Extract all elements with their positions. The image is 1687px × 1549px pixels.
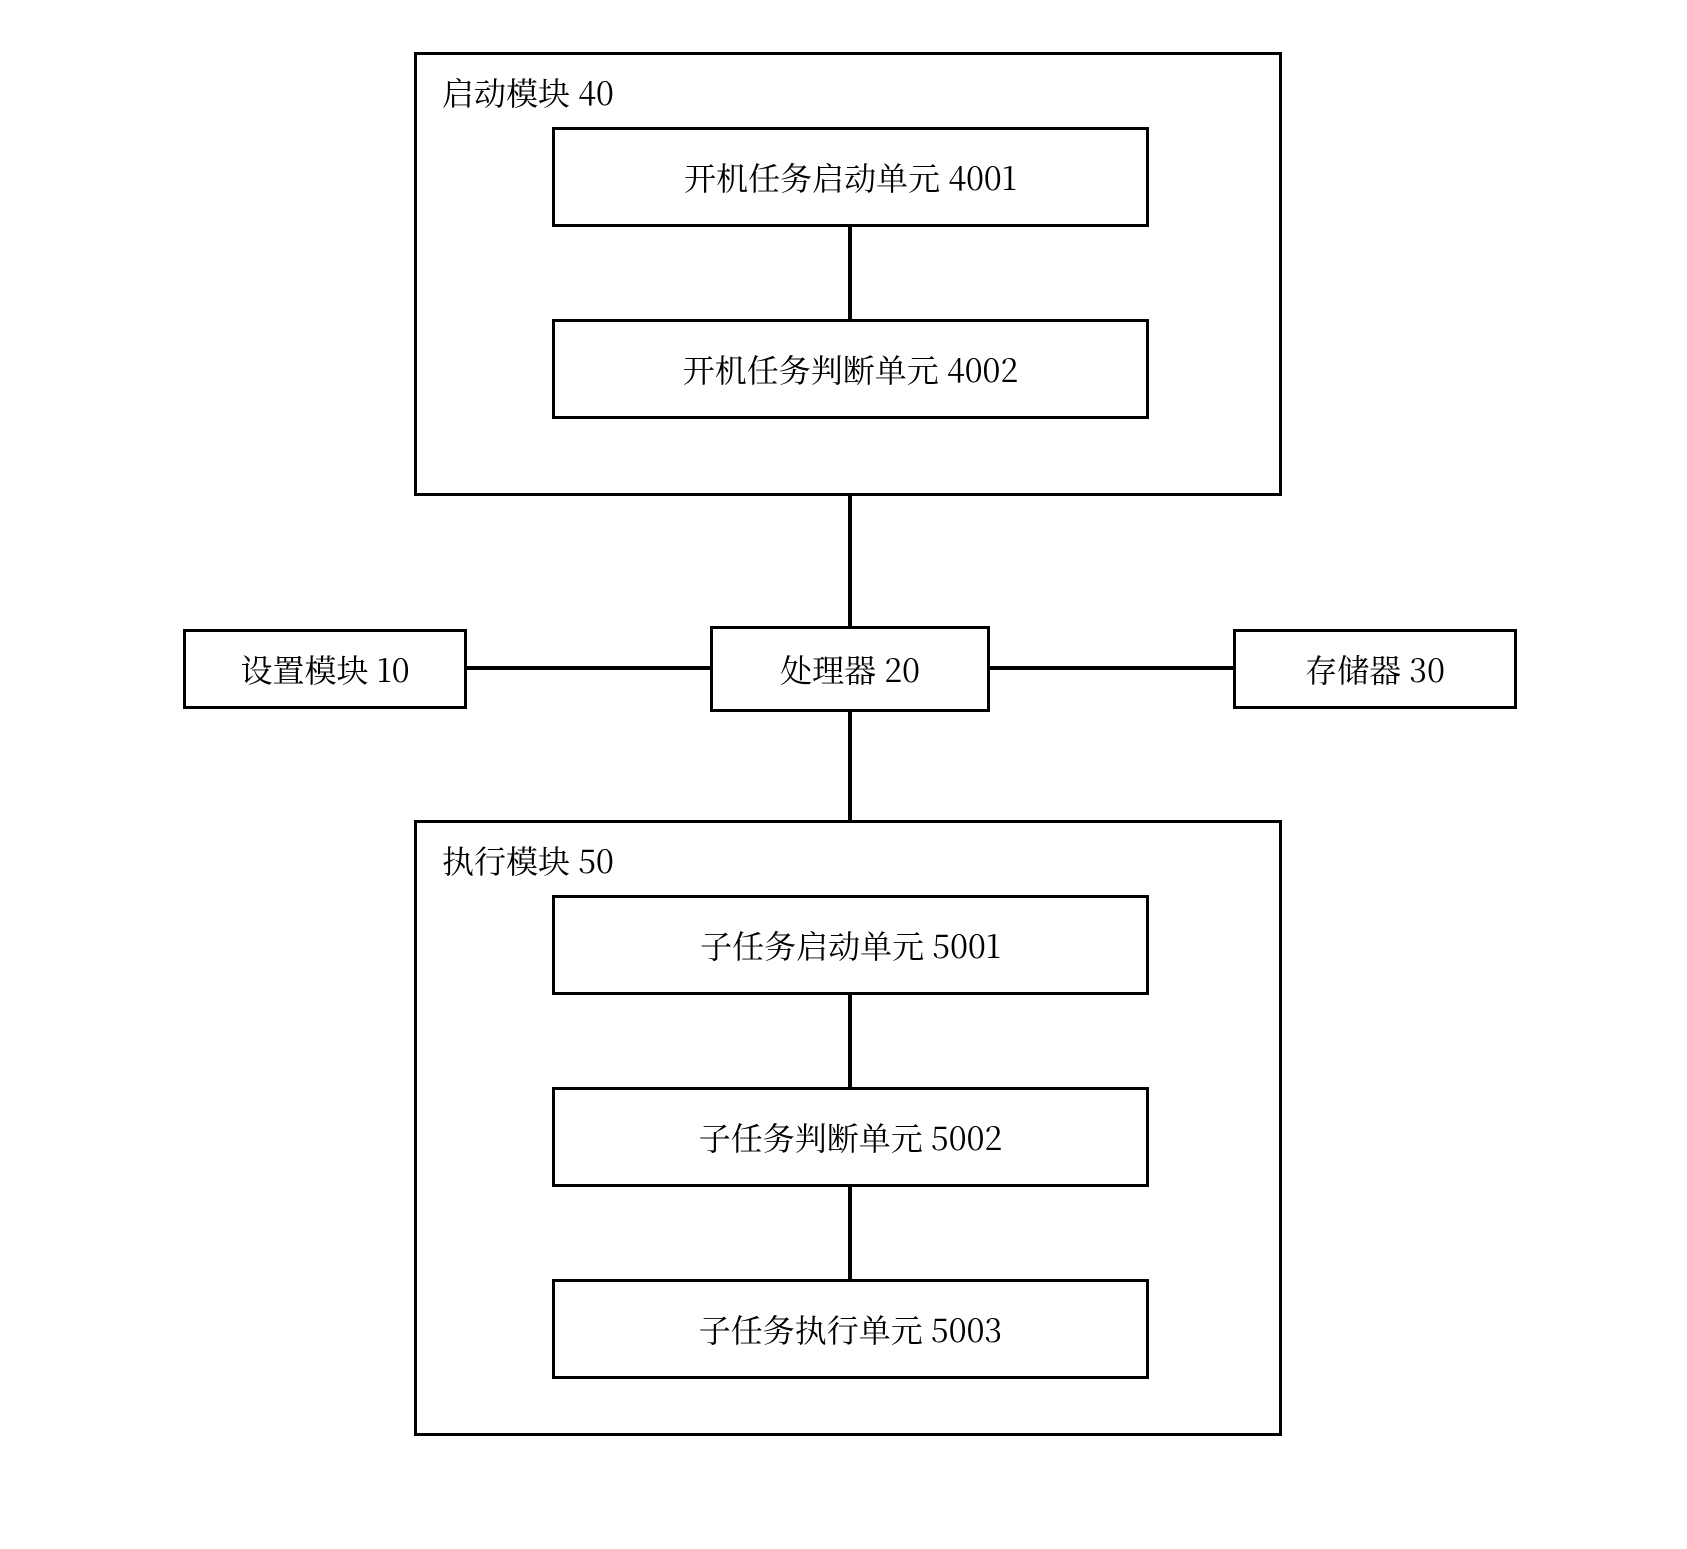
- connector-4001-4002: [848, 227, 852, 319]
- diagram-canvas: 启动模块 40 开机任务启动单元 4001 开机任务判断单元 4002 设置模块…: [0, 0, 1687, 1549]
- subtask-judge-unit: 子任务判断单元 5002: [552, 1087, 1149, 1187]
- storage-module-label: 存储器 30: [1305, 653, 1445, 685]
- settings-module-label: 设置模块 10: [240, 653, 409, 685]
- boot-task-judge-unit-label: 开机任务判断单元 4002: [683, 353, 1018, 385]
- connector-5002-5003: [848, 1187, 852, 1279]
- boot-task-judge-unit: 开机任务判断单元 4002: [552, 319, 1149, 419]
- boot-task-start-unit-label: 开机任务启动单元 4001: [684, 161, 1017, 193]
- subtask-start-unit: 子任务启动单元 5001: [552, 895, 1149, 995]
- startup-module-title: 启动模块 40: [442, 69, 614, 115]
- processor: 处理器 20: [710, 626, 990, 712]
- subtask-exec-unit-label: 子任务执行单元 5003: [699, 1313, 1003, 1345]
- connector-5001-5002: [848, 995, 852, 1087]
- execution-module-title: 执行模块 50: [442, 837, 614, 883]
- boot-task-start-unit: 开机任务启动单元 4001: [552, 127, 1149, 227]
- subtask-start-unit-label: 子任务启动单元 5001: [700, 929, 1001, 961]
- processor-label: 处理器 20: [780, 653, 920, 685]
- subtask-judge-unit-label: 子任务判断单元 5002: [699, 1121, 1003, 1153]
- connector-20-to-50: [848, 712, 852, 820]
- subtask-exec-unit: 子任务执行单元 5003: [552, 1279, 1149, 1379]
- connector-10-to-20: [467, 666, 710, 670]
- storage-module: 存储器 30: [1233, 629, 1517, 709]
- settings-module: 设置模块 10: [183, 629, 467, 709]
- connector-40-to-20: [848, 496, 852, 626]
- connector-20-to-30: [990, 666, 1233, 670]
